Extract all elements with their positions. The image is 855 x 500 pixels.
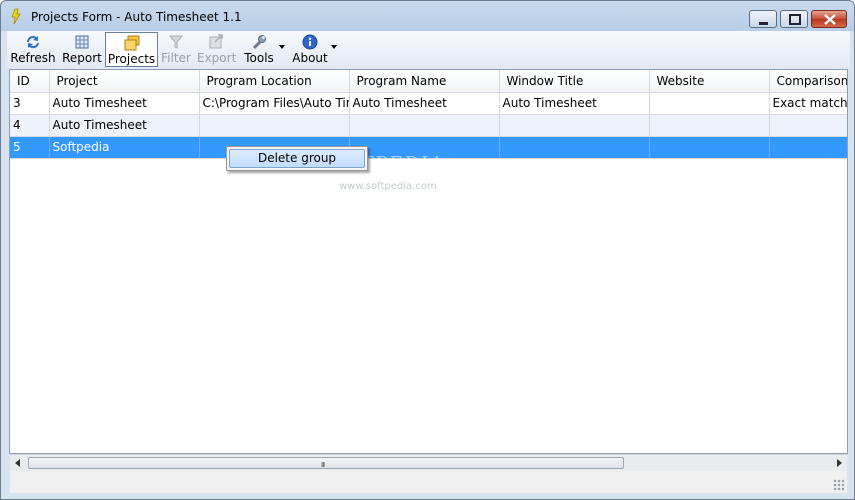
cell-window-title[interactable]: Auto Timesheet xyxy=(499,92,650,115)
export-icon xyxy=(209,34,223,49)
status-bar xyxy=(10,471,847,493)
minimize-icon xyxy=(759,22,768,25)
column-header-id[interactable]: ID xyxy=(10,70,50,93)
title-bar[interactable]: Projects Form - Auto Timesheet 1.1 xyxy=(1,1,854,31)
column-header-website[interactable]: Website xyxy=(649,70,770,93)
export-label: Export xyxy=(197,51,237,65)
cell-project[interactable]: Auto Timesheet xyxy=(49,92,200,115)
column-header-program-location[interactable]: Program Location xyxy=(199,70,350,93)
table-row[interactable]: 4 Auto Timesheet xyxy=(10,114,847,137)
cell-website[interactable] xyxy=(649,92,770,115)
filter-button[interactable]: Filter xyxy=(159,32,193,67)
table-row-selected[interactable]: 5 Softpedia xyxy=(10,136,847,159)
cell-program-name[interactable]: Auto Timesheet xyxy=(349,92,500,115)
maximize-icon xyxy=(789,14,801,25)
cell-website[interactable] xyxy=(649,136,770,159)
filter-label: Filter xyxy=(161,51,191,65)
header-row: ID Project Program Location Program Name… xyxy=(10,70,847,93)
cell-program-location[interactable] xyxy=(199,114,350,137)
refresh-label: Refresh xyxy=(10,51,56,65)
cell-window-title[interactable] xyxy=(499,114,650,137)
scrollbar-grip: III xyxy=(321,461,325,469)
cell-project[interactable]: Auto Timesheet xyxy=(49,114,200,137)
projects-label: Projects xyxy=(107,52,156,66)
close-button[interactable] xyxy=(811,10,847,28)
tools-button[interactable]: Tools xyxy=(241,32,277,67)
column-header-comparison[interactable]: Comparison xyxy=(769,70,847,93)
column-header-program-name[interactable]: Program Name xyxy=(349,70,500,93)
wrench-icon xyxy=(252,35,266,50)
cell-id[interactable]: 4 xyxy=(10,114,50,137)
column-header-project[interactable]: Project xyxy=(49,70,200,93)
scrollbar-thumb[interactable]: III xyxy=(28,457,624,469)
window-title: Projects Form - Auto Timesheet 1.1 xyxy=(31,10,242,24)
cell-project[interactable]: Softpedia xyxy=(49,136,200,159)
softpedia-watermark-url: www.softpedia.com xyxy=(339,181,437,192)
column-header-window-title[interactable]: Window Title xyxy=(499,70,650,93)
report-label: Report xyxy=(62,51,102,65)
about-button[interactable]: About xyxy=(290,32,330,67)
report-icon xyxy=(75,35,89,49)
projects-button[interactable]: Projects xyxy=(105,32,158,67)
cell-id[interactable]: 5 xyxy=(10,136,50,159)
app-icon xyxy=(11,8,21,25)
toolbar: Refresh Report Projects Filter Export To… xyxy=(7,31,850,69)
projects-grid[interactable]: ID Project Program Location Program Name… xyxy=(9,69,848,454)
horizontal-scrollbar[interactable]: III xyxy=(10,454,847,471)
about-dropdown-icon[interactable] xyxy=(331,45,337,49)
projects-table: ID Project Program Location Program Name… xyxy=(10,70,847,159)
cell-program-location[interactable]: C:\Program Files\Auto Time... xyxy=(199,92,350,115)
report-button[interactable]: Report xyxy=(60,32,104,67)
scroll-right-icon[interactable] xyxy=(837,459,842,467)
app-window: Projects Form - Auto Timesheet 1.1 Refre… xyxy=(0,0,855,500)
refresh-button[interactable]: Refresh xyxy=(9,32,57,67)
cell-comparison[interactable]: Exact match xyxy=(769,92,847,115)
projects-icon xyxy=(124,35,139,51)
about-label: About xyxy=(292,51,328,65)
filter-icon xyxy=(168,35,184,49)
refresh-icon xyxy=(27,36,39,49)
scroll-left-icon[interactable] xyxy=(15,459,20,467)
resize-grip-icon[interactable] xyxy=(833,479,845,491)
close-icon xyxy=(824,14,836,25)
cell-program-name[interactable] xyxy=(349,114,500,137)
cell-comparison[interactable] xyxy=(769,136,847,159)
cell-window-title[interactable] xyxy=(499,136,650,159)
tools-dropdown-icon[interactable] xyxy=(279,45,285,49)
tools-label: Tools xyxy=(244,51,274,65)
maximize-button[interactable] xyxy=(780,10,808,28)
cell-website[interactable] xyxy=(649,114,770,137)
export-button[interactable]: Export xyxy=(197,32,237,67)
cell-comparison[interactable] xyxy=(769,114,847,137)
cell-id[interactable]: 3 xyxy=(10,92,50,115)
info-icon xyxy=(302,34,318,50)
context-menu: Delete group xyxy=(226,146,368,171)
minimize-button[interactable] xyxy=(749,10,777,28)
delete-group-menu-item[interactable]: Delete group xyxy=(229,149,365,168)
table-row[interactable]: 3 Auto Timesheet C:\Program Files\Auto T… xyxy=(10,92,847,115)
cell-program-name[interactable] xyxy=(349,136,500,159)
